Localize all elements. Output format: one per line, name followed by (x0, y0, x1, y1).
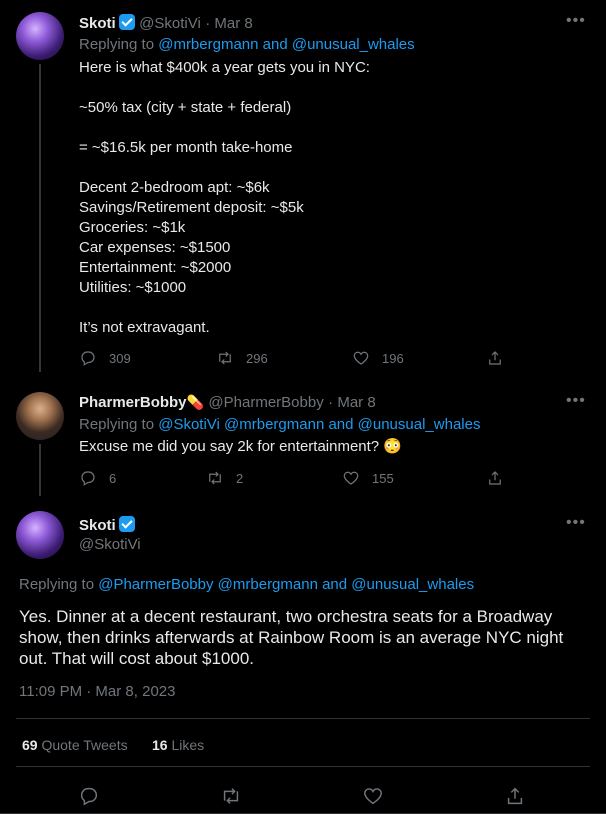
user-handle[interactable]: @SkotiVi (139, 15, 201, 32)
reply-count: 309 (109, 350, 131, 366)
tweet-timestamp[interactable]: 11:09 PM · Mar 8, 2023 (19, 683, 175, 700)
replying-mentions[interactable]: @mrbergmann and @unusual_whales (158, 36, 414, 53)
likes-link[interactable]: 16 Likes (152, 737, 204, 753)
tweet-header: PharmerBobby💊 @PharmerBobby · Mar 8 (79, 394, 376, 412)
tweet-header: Skoti @SkotiVi · Mar 8 (79, 14, 253, 33)
retweet-icon (209, 471, 221, 485)
verified-badge-icon (118, 516, 135, 532)
retweet-count: 2 (236, 470, 244, 486)
tweet-date[interactable]: · Mar 8 (328, 394, 376, 411)
tweet-text: Yes. Dinner at a decent restaurant, two … (19, 607, 564, 668)
share-icon (489, 471, 501, 485)
pill-emoji: 💊 (186, 394, 204, 410)
retweet-button[interactable]: 296 (216, 349, 268, 367)
replying-prefix: Replying to (19, 576, 99, 593)
more-icon[interactable]: ••• (566, 514, 586, 532)
display-name[interactable]: Skoti (79, 517, 116, 534)
divider (16, 766, 590, 767)
thread-line (39, 64, 41, 372)
share-button[interactable] (486, 469, 504, 487)
tweet-text: Excuse me did you say 2k for entertainme… (79, 438, 402, 455)
reply-icon (81, 471, 95, 486)
more-icon[interactable]: ••• (566, 392, 586, 410)
share-button[interactable] (486, 349, 504, 367)
like-count: 196 (382, 350, 404, 366)
quote-tweets-count: 69 (22, 737, 38, 753)
reply-icon (81, 351, 95, 366)
divider (16, 718, 590, 719)
quote-tweets-label: Quote Tweets (41, 737, 128, 753)
reply-button[interactable] (78, 785, 100, 807)
retweet-icon (223, 788, 239, 804)
retweet-icon (219, 351, 231, 365)
avatar[interactable] (16, 12, 64, 60)
replying-mentions[interactable]: @SkotiVi @mrbergmann and @unusual_whales (158, 416, 480, 433)
display-name[interactable]: Skoti (79, 15, 116, 32)
tweet-text: Here is what $400k a year gets you in NY… (79, 59, 370, 336)
retweet-button[interactable]: 2 (206, 469, 243, 487)
replying-mentions[interactable]: @PharmerBobby @mrbergmann and @unusual_w… (98, 576, 474, 593)
like-count: 155 (372, 470, 394, 486)
heart-icon (343, 471, 359, 485)
more-icon[interactable]: ••• (566, 12, 586, 30)
replying-prefix: Replying to (79, 416, 159, 433)
user-handle[interactable]: @SkotiVi (79, 536, 141, 553)
verified-badge-icon (118, 14, 135, 30)
avatar[interactable] (16, 392, 64, 440)
retweet-count: 296 (246, 350, 268, 366)
like-button[interactable]: 155 (342, 469, 394, 487)
likes-count: 16 (152, 737, 168, 753)
replying-prefix: Replying to (79, 36, 159, 53)
share-icon (507, 787, 523, 805)
reply-count: 6 (109, 470, 117, 486)
heart-icon (353, 351, 369, 365)
reply-icon (80, 787, 98, 806)
replying-to: Replying to @PharmerBobby @mrbergmann an… (19, 576, 474, 593)
retweet-button[interactable] (220, 785, 242, 807)
replying-to: Replying to @mrbergmann and @unusual_wha… (79, 36, 415, 53)
display-name[interactable]: PharmerBobby (79, 394, 187, 411)
likes-label: Likes (171, 737, 205, 753)
tweet-date[interactable]: · Mar 8 (205, 15, 253, 32)
avatar[interactable] (16, 511, 64, 559)
heart-icon (364, 788, 382, 805)
like-button[interactable]: 196 (352, 349, 404, 367)
quote-tweets-link[interactable]: 69 Quote Tweets (22, 737, 128, 753)
replying-to: Replying to @SkotiVi @mrbergmann and @un… (79, 416, 480, 433)
like-button[interactable] (362, 785, 384, 807)
thread-line (39, 444, 41, 496)
share-icon (489, 351, 501, 365)
tweet-header: Skoti (79, 516, 135, 535)
reply-button[interactable]: 6 (79, 469, 116, 487)
user-handle[interactable]: @PharmerBobby (208, 394, 323, 411)
share-button[interactable] (504, 785, 526, 807)
reply-button[interactable]: 309 (79, 349, 131, 367)
